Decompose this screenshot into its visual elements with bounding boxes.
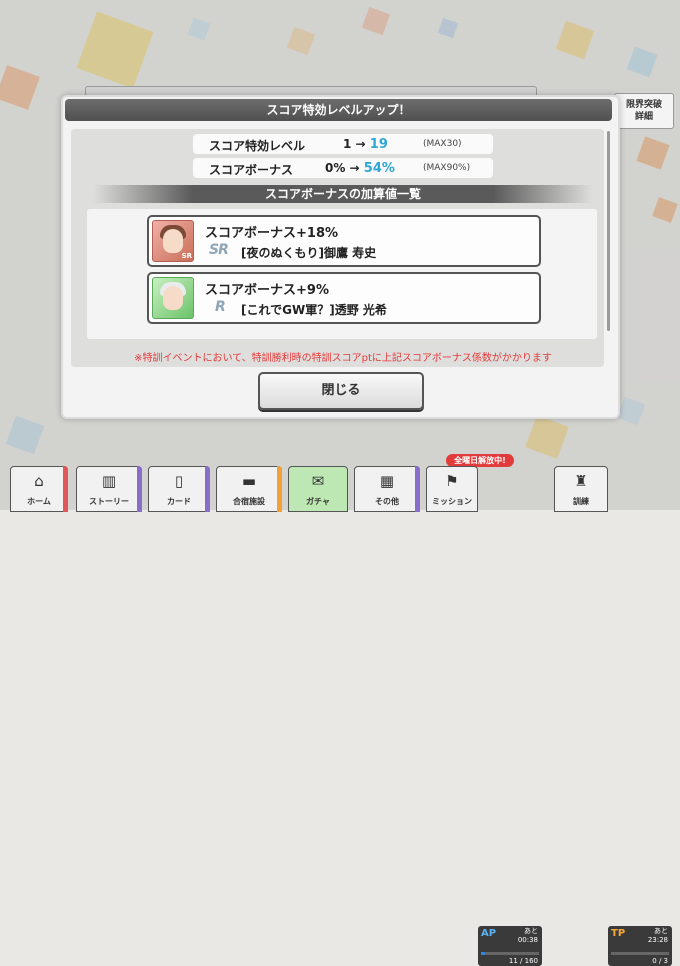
nav-training-label: 訓練 <box>573 497 589 506</box>
card-name: [これでGW軍？]透野 光希 <box>241 303 387 317</box>
nav-gacha[interactable]: ✉ ガチャ <box>288 466 348 512</box>
nav-other-label: その他 <box>375 497 399 506</box>
score-boost-level-max: (MAX30) <box>423 139 462 149</box>
bottom-nav: ⌂ ホーム ▥ ストーリー ▯ カード ▬ 合宿施設 ✉ ガチャ ▦ その他 ⚑… <box>0 460 680 966</box>
nav-home-label: ホーム <box>27 497 51 506</box>
tp-count: 0 / 3 <box>652 957 668 965</box>
score-bonus-row: スコアボーナス 0% → 54% (MAX90%) <box>193 158 493 178</box>
tp-bar <box>611 952 669 955</box>
score-boost-level-row: スコア特効レベル 1 → 19 (MAX30) <box>193 134 493 154</box>
limit-break-details-label: 限界突破 詳細 <box>625 100 662 122</box>
score-bonus-label: スコアボーナス <box>209 163 294 177</box>
tp-recovery-time: あと 23:28 <box>648 927 668 945</box>
scrollbar[interactable] <box>607 131 610 331</box>
nav-story-label: ストーリー <box>89 497 129 506</box>
mission-icon: ⚑ <box>445 472 459 490</box>
bed-icon: ▬ <box>241 472 257 490</box>
score-boost-levelup-dialog: スコア特効レベルアップ！ スコア特効レベル 1 → 19 (MAX30) スコア… <box>61 95 620 419</box>
bonus-card-item[interactable]: SR スコアボーナス+18% SR [夜のぬくもり]御鷹 寿史 <box>147 215 541 267</box>
tp-label: TP <box>611 928 626 939</box>
rarity-icon: SR <box>209 242 229 258</box>
bonus-note: ※特訓イベントにおいて、特訓勝利時の特訓スコアptに上記スコアボーナス係数がかか… <box>134 353 552 364</box>
book-icon: ▥ <box>101 472 117 490</box>
rarity-tag: SR <box>181 252 192 260</box>
nav-stripe <box>205 466 210 512</box>
tp-time: 23:28 <box>647 936 668 944</box>
bonus-to: 54% <box>363 161 395 176</box>
training-icon: ♜ <box>574 472 588 490</box>
level-to: 19 <box>369 137 388 152</box>
nav-story[interactable]: ▥ ストーリー <box>76 466 142 512</box>
close-button[interactable]: 閉じる <box>258 372 424 410</box>
bonus-from: 0% → <box>325 161 360 175</box>
nav-other[interactable]: ▦ その他 <box>354 466 420 512</box>
home-icon: ⌂ <box>34 472 44 490</box>
nav-home[interactable]: ⌂ ホーム <box>10 466 68 512</box>
dialog-title: スコア特効レベルアップ！ <box>65 99 612 121</box>
card-name: [夜のぬくもり]御鷹 寿史 <box>241 246 377 260</box>
ap-bar <box>481 952 539 955</box>
tp-prefix: あと <box>654 927 668 935</box>
score-bonus-value: 0% → 54% <box>325 161 395 176</box>
score-boost-level-label: スコア特効レベル <box>209 139 306 153</box>
ap-bar-fill <box>481 952 486 955</box>
card-bonus: スコアボーナス+18% <box>205 226 339 241</box>
bonus-card-item[interactable]: スコアボーナス+9% R [これでGW軍？]透野 光希 <box>147 272 541 324</box>
ap-prefix: あと <box>524 927 538 935</box>
nav-training[interactable]: ♜ 訓練 <box>554 466 608 512</box>
nav-stripe <box>137 466 142 512</box>
nav-mission[interactable]: ⚑ ミッション <box>426 466 478 512</box>
ap-count: 11 / 160 <box>508 957 538 965</box>
card-thumbnail <box>152 277 194 319</box>
nav-camp-facility[interactable]: ▬ 合宿施設 <box>216 466 282 512</box>
nav-camp-facility-label: 合宿施設 <box>233 497 265 506</box>
grid-icon: ▦ <box>379 472 395 490</box>
character-face <box>163 229 183 253</box>
gacha-icon: ✉ <box>311 472 325 490</box>
rarity-icon: R <box>215 299 226 315</box>
score-boost-level-value: 1 → 19 <box>343 137 388 152</box>
nav-card-label: カード <box>167 497 191 506</box>
nav-card[interactable]: ▯ カード <box>148 466 210 512</box>
card-icon: ▯ <box>174 472 184 490</box>
nav-stripe <box>63 466 68 512</box>
nav-stripe <box>415 466 420 512</box>
ap-label: AP <box>481 928 497 939</box>
nav-gacha-label: ガチャ <box>306 497 330 506</box>
ap-gauge: AP あと 00:38 11 / 160 <box>478 926 542 966</box>
tp-gauge: TP あと 23:28 0 / 3 <box>608 926 672 966</box>
level-from: 1 → <box>343 137 366 151</box>
card-bonus: スコアボーナス+9% <box>205 283 329 298</box>
nav-mission-label: ミッション <box>432 497 472 506</box>
dialog-content: スコア特効レベル 1 → 19 (MAX30) スコアボーナス 0% → 54%… <box>71 129 604 367</box>
bonus-list-heading: スコアボーナスの加算値一覧 <box>93 185 593 203</box>
ap-recovery-time: あと 00:38 <box>518 927 538 945</box>
score-bonus-max: (MAX90%) <box>423 163 471 173</box>
ap-time: 00:38 <box>517 936 538 944</box>
character-face <box>163 286 183 310</box>
nav-stripe <box>277 466 282 512</box>
limit-break-details-button[interactable]: 限界突破 詳細 <box>614 93 674 129</box>
card-thumbnail: SR <box>152 220 194 262</box>
